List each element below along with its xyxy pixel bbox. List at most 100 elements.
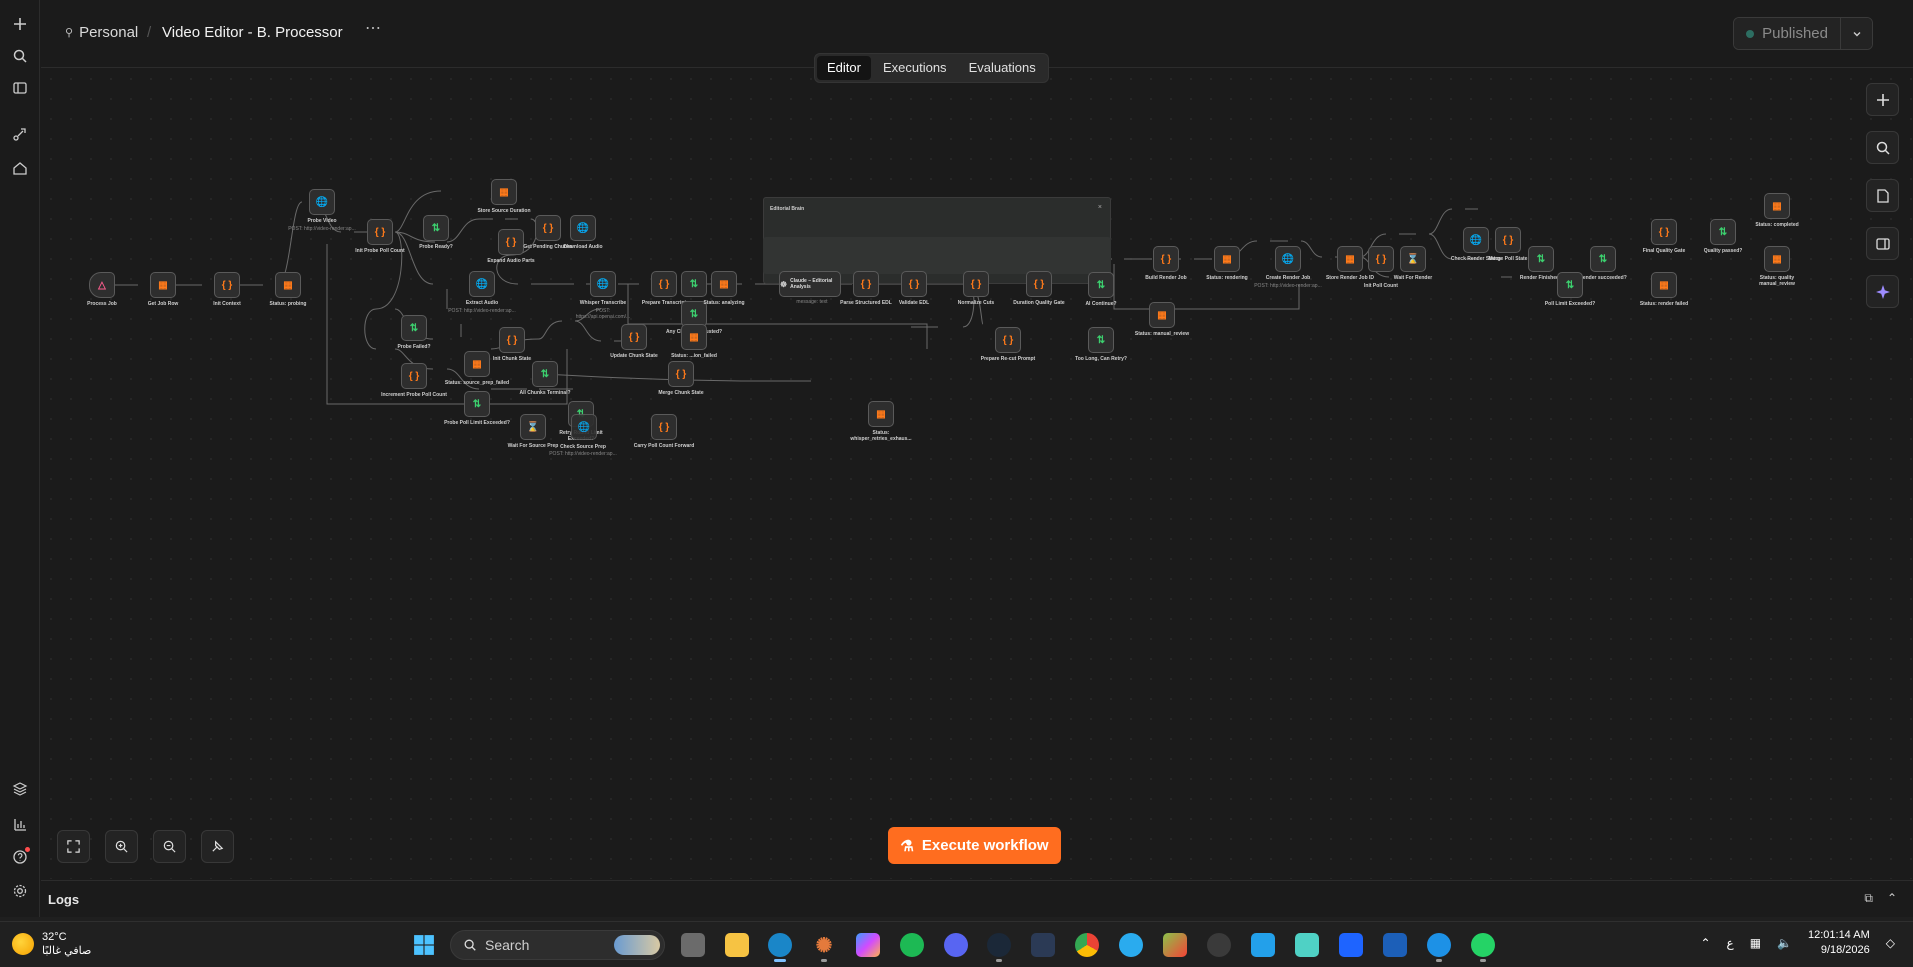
search-icon[interactable]: [6, 42, 34, 70]
clock[interactable]: 12:01:14 AM 9/18/2026: [1808, 928, 1870, 958]
probe-video-node[interactable]: 🌐: [309, 189, 335, 215]
prepare-recut-prompt-node[interactable]: { }: [995, 327, 1021, 353]
zoom-in-button[interactable]: [105, 830, 138, 863]
sticky-note-button[interactable]: [1866, 179, 1899, 212]
probe-failed-node[interactable]: ⇅: [401, 315, 427, 341]
status-completed-node[interactable]: ▦: [1764, 193, 1790, 219]
bluestacks-icon[interactable]: [1163, 933, 1187, 957]
download-audio-node[interactable]: 🌐: [570, 215, 596, 241]
powershell-icon[interactable]: [1383, 933, 1407, 957]
add-node-button[interactable]: [1866, 83, 1899, 116]
expand-audio-parts-node[interactable]: { }: [498, 229, 524, 255]
ai-continue-node[interactable]: ⇅: [1088, 272, 1114, 298]
edge-icon[interactable]: [768, 933, 792, 962]
update-chunk-state-node[interactable]: { }: [621, 324, 647, 350]
add-icon[interactable]: [6, 10, 34, 38]
start-icon[interactable]: [412, 933, 436, 957]
merge-poll-state-node[interactable]: { }: [1495, 227, 1521, 253]
volume-icon[interactable]: 🔈: [1777, 936, 1792, 950]
chevron-up-icon[interactable]: ⌃: [1887, 891, 1897, 906]
check-render-status-node[interactable]: 🌐: [1463, 227, 1489, 253]
status-whisper-failed-node[interactable]: ▦: [868, 401, 894, 427]
task-view-icon[interactable]: [681, 933, 705, 957]
render-succeeded-node[interactable]: ⇅: [1590, 246, 1616, 272]
logs-panel[interactable]: Logs ⧉ ⌃: [41, 880, 1913, 917]
app-icon-1[interactable]: [1031, 933, 1055, 957]
validate-edl-node[interactable]: { }: [901, 271, 927, 297]
steam-icon[interactable]: [987, 933, 1011, 962]
init-probe-poll-node[interactable]: { }: [367, 219, 393, 245]
tidy-up-button[interactable]: [201, 830, 234, 863]
roblox-icon[interactable]: [1339, 933, 1363, 957]
vscode-icon[interactable]: [1251, 933, 1275, 957]
zoom-out-button[interactable]: [153, 830, 186, 863]
sidebar-toggle-icon[interactable]: [6, 74, 34, 102]
file-explorer-icon[interactable]: [725, 933, 749, 957]
discord-icon[interactable]: [944, 933, 968, 957]
wait-source-prep-node[interactable]: ⌛: [520, 414, 546, 440]
parse-edl-node[interactable]: { }: [853, 271, 879, 297]
obs-icon[interactable]: [1207, 933, 1231, 957]
final-quality-gate-node[interactable]: { }: [1651, 219, 1677, 245]
status-quality-manual-node[interactable]: ▦: [1764, 246, 1790, 272]
prepare-transcript-node[interactable]: { }: [651, 271, 677, 297]
all-chunks-terminal-node[interactable]: ⇅: [532, 361, 558, 387]
insights-icon[interactable]: [6, 810, 34, 838]
network-icon[interactable]: ▦: [1750, 936, 1761, 950]
taskbar-search[interactable]: Search: [450, 930, 665, 960]
get-pending-chunks-node[interactable]: { }: [535, 215, 561, 241]
whatsapp-icon[interactable]: [1471, 933, 1495, 962]
claude-icon[interactable]: ✺: [812, 933, 836, 962]
increment-probe-poll-node[interactable]: { }: [401, 363, 427, 389]
close-icon[interactable]: ×: [1098, 204, 1102, 211]
chevron-down-icon[interactable]: [1840, 18, 1872, 49]
store-render-job-node[interactable]: ▦: [1337, 246, 1363, 272]
probe-poll-limit-node[interactable]: ⇅: [464, 391, 490, 417]
tab-executions[interactable]: Executions: [873, 56, 957, 80]
workflow-canvas[interactable]: Editorial Brain × △ Process Job ▦ Get Jo…: [41, 69, 1913, 879]
canvas-search-button[interactable]: [1866, 131, 1899, 164]
telegram-icon[interactable]: [1119, 933, 1143, 957]
status-failed-node[interactable]: ▦: [681, 324, 707, 350]
init-chunk-state-node[interactable]: { }: [499, 327, 525, 353]
more-options-icon[interactable]: ⋯: [362, 21, 384, 44]
execute-workflow-button[interactable]: ⚗ Execute workflow: [888, 827, 1061, 864]
status-manual-review-node[interactable]: ▦: [1149, 302, 1175, 328]
workflow-title[interactable]: Video Editor - B. Processor: [162, 24, 343, 41]
weather-widget[interactable]: 32°C صافي غالبًا: [12, 930, 91, 958]
spotify-icon[interactable]: [900, 933, 924, 957]
copilot-icon[interactable]: [856, 933, 880, 957]
status-analyzing-node[interactable]: ▦: [711, 271, 737, 297]
check-source-prep-node[interactable]: 🌐: [571, 414, 597, 440]
status-source-prep-failed-node[interactable]: ▦: [464, 351, 490, 377]
extract-audio-node[interactable]: 🌐: [469, 271, 495, 297]
process-job-node[interactable]: △: [89, 272, 115, 298]
ai-assistant-button[interactable]: [1866, 275, 1899, 308]
status-probing-node[interactable]: ▦: [275, 272, 301, 298]
normalize-cuts-node[interactable]: { }: [963, 271, 989, 297]
carry-poll-count-node[interactable]: { }: [651, 414, 677, 440]
workflows-icon[interactable]: [6, 120, 34, 148]
claude-editorial-analysis-node[interactable]: ☸ Claude – Editorial Analysis: [779, 271, 841, 297]
breadcrumb-workspace[interactable]: ⚲ Personal: [65, 24, 138, 41]
quality-passed-node[interactable]: ⇅: [1710, 219, 1736, 245]
help-icon[interactable]: [6, 843, 34, 871]
whisper-transcribe-node[interactable]: 🌐: [590, 271, 616, 297]
language-indicator[interactable]: ع: [1727, 936, 1734, 950]
home-icon[interactable]: [6, 154, 34, 182]
init-poll-count-node[interactable]: { }: [1368, 246, 1394, 272]
get-job-row-node[interactable]: ▦: [150, 272, 176, 298]
duration-quality-gate-node[interactable]: { }: [1026, 271, 1052, 297]
popout-icon[interactable]: ⧉: [1864, 891, 1873, 906]
render-finished-node[interactable]: ⇅: [1528, 246, 1554, 272]
wait-for-render-node[interactable]: ⌛: [1400, 246, 1426, 272]
notifications-icon[interactable]: ◇: [1886, 936, 1895, 950]
templates-icon[interactable]: [6, 775, 34, 803]
panel-toggle-button[interactable]: [1866, 227, 1899, 260]
init-context-node[interactable]: { }: [214, 272, 240, 298]
too-long-node[interactable]: ⇅: [1088, 327, 1114, 353]
create-render-job-node[interactable]: 🌐: [1275, 246, 1301, 272]
status-rendering-node[interactable]: ▦: [1214, 246, 1240, 272]
docker-icon[interactable]: [1427, 933, 1451, 962]
merge-chunk-state-node[interactable]: { }: [668, 361, 694, 387]
